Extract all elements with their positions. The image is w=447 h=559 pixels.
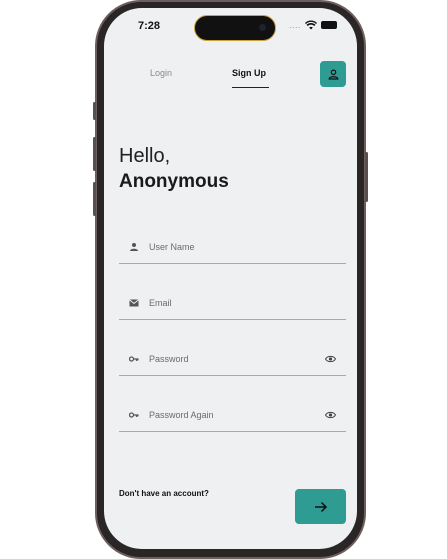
volume-up-button: [93, 137, 96, 171]
password-input[interactable]: [149, 350, 309, 368]
greeting-hello: Hello,: [119, 145, 171, 167]
no-account-link[interactable]: Don't have an account?: [119, 489, 209, 498]
battery-icon: [321, 21, 338, 29]
tab-sign-up[interactable]: Sign Up: [232, 68, 266, 78]
wifi-icon: [305, 20, 318, 30]
silent-switch: [93, 102, 96, 120]
username-input[interactable]: [149, 238, 309, 256]
username-field[interactable]: [119, 233, 346, 264]
eye-icon[interactable]: [325, 354, 336, 364]
profile-button[interactable]: [320, 61, 346, 87]
eye-icon[interactable]: [325, 410, 336, 420]
camera-icon: [259, 24, 266, 31]
phone-frame: 7:28 .... Login Sign Up Hello, Anonymous: [93, 0, 368, 559]
app-screen: 7:28 .... Login Sign Up Hello, Anonymous: [104, 8, 357, 549]
volume-down-button: [93, 182, 96, 216]
power-button: [365, 152, 368, 202]
signal-dots: ....: [289, 20, 302, 30]
password-again-input[interactable]: [149, 406, 309, 424]
active-tab-indicator: [232, 87, 269, 88]
key-icon: [129, 356, 139, 362]
mail-icon: [129, 299, 139, 307]
greeting-name: Anonymous: [119, 171, 229, 192]
password-again-field[interactable]: [119, 401, 346, 432]
email-field[interactable]: [119, 289, 346, 320]
arrow-right-icon: [314, 501, 327, 512]
dynamic-island: [194, 15, 276, 41]
email-input[interactable]: [149, 294, 309, 312]
person-icon: [328, 68, 338, 80]
submit-button[interactable]: [295, 489, 346, 524]
person-icon: [130, 243, 138, 251]
key-icon: [129, 412, 139, 418]
status-indicators: ....: [289, 20, 338, 30]
tab-login[interactable]: Login: [150, 68, 172, 78]
status-time: 7:28: [138, 20, 161, 32]
password-field[interactable]: [119, 345, 346, 376]
